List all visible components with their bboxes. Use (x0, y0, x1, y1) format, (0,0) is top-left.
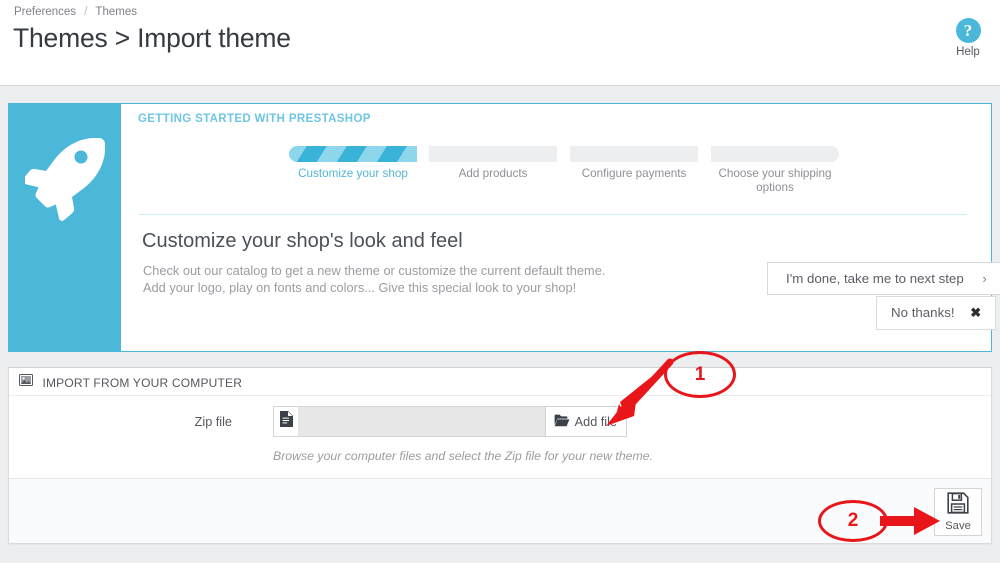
question-mark-circle-icon: ? (955, 18, 981, 43)
no-thanks-button-label: No thanks! (891, 305, 955, 320)
getting-started-heading: Customize your shop's look and feel (142, 230, 463, 252)
file-document-icon-button[interactable] (273, 406, 299, 437)
floppy-disk-icon (947, 492, 969, 519)
help-label: Help (956, 46, 980, 58)
getting-started-description: Check out our catalog to get a new theme… (143, 262, 605, 296)
breadcrumb-parent[interactable]: Preferences (14, 6, 76, 18)
panel-header: IMPORT FROM YOUR COMPUTER (9, 368, 991, 396)
breadcrumb: Preferences / Themes (14, 6, 137, 18)
getting-started-body: GETTING STARTED WITH PRESTASHOP Customiz… (121, 104, 1000, 351)
next-step-button[interactable]: I'm done, take me to next step › (767, 262, 1000, 295)
getting-started-panel: GETTING STARTED WITH PRESTASHOP Customiz… (8, 103, 1000, 352)
step-label: Add products (458, 167, 528, 180)
page-title: Themes > Import theme (13, 23, 291, 53)
page-bottom-strip (0, 545, 1000, 563)
folder-open-icon (554, 414, 570, 430)
step-configure-payments[interactable]: Configure payments (570, 146, 698, 181)
file-document-icon (279, 411, 293, 432)
picture-icon (19, 373, 33, 391)
getting-started-kicker: GETTING STARTED WITH PRESTASHOP (138, 113, 371, 125)
add-file-button[interactable]: Add file (544, 406, 627, 437)
breadcrumb-separator: / (84, 6, 88, 18)
step-progress-bar (429, 146, 557, 162)
import-from-computer-panel: IMPORT FROM YOUR COMPUTER Zip file Add f… (8, 367, 992, 544)
step-progress-bar (289, 146, 417, 162)
save-button[interactable]: Save (934, 488, 982, 536)
divider (139, 214, 967, 215)
step-choose-your-shipping-options[interactable]: Choose your shipping options (711, 146, 839, 195)
step-label: Customize your shop (298, 167, 408, 180)
next-step-button-label: I'm done, take me to next step (786, 271, 964, 286)
step-label: Choose your shipping options (718, 167, 832, 194)
zip-file-label: Zip file (194, 415, 232, 429)
step-progress-bar (570, 146, 698, 162)
step-customize-your-shop[interactable]: Customize your shop (289, 146, 417, 181)
add-file-button-label: Add file (574, 414, 617, 429)
help-button[interactable]: ? Help (944, 18, 992, 58)
chevron-right-icon: › (982, 271, 987, 286)
zip-file-input[interactable] (299, 406, 545, 437)
getting-started-sidebar (9, 104, 121, 351)
save-button-label: Save (945, 520, 971, 532)
breadcrumb-current[interactable]: Themes (95, 6, 137, 18)
no-thanks-button[interactable]: No thanks! ✖ (876, 296, 997, 330)
description-line-1: Check out our catalog to get a new theme… (143, 263, 606, 278)
zip-file-input-group: Add file (273, 406, 627, 437)
step-label: Configure payments (581, 167, 687, 180)
close-x-icon: ✖ (970, 305, 982, 320)
panel-title: IMPORT FROM YOUR COMPUTER (42, 376, 243, 390)
step-progress-bar (711, 146, 839, 162)
description-line-2: Add your logo, play on fonts and colors.… (143, 280, 577, 295)
page-root: Preferences / Themes Themes > Import the… (0, 0, 1000, 563)
page-header: Preferences / Themes Themes > Import the… (0, 0, 1000, 86)
panel-footer: Save (9, 478, 991, 543)
rocket-icon (22, 134, 105, 227)
step-add-products[interactable]: Add products (429, 146, 557, 181)
zip-file-hint: Browse your computer files and select th… (273, 449, 654, 463)
